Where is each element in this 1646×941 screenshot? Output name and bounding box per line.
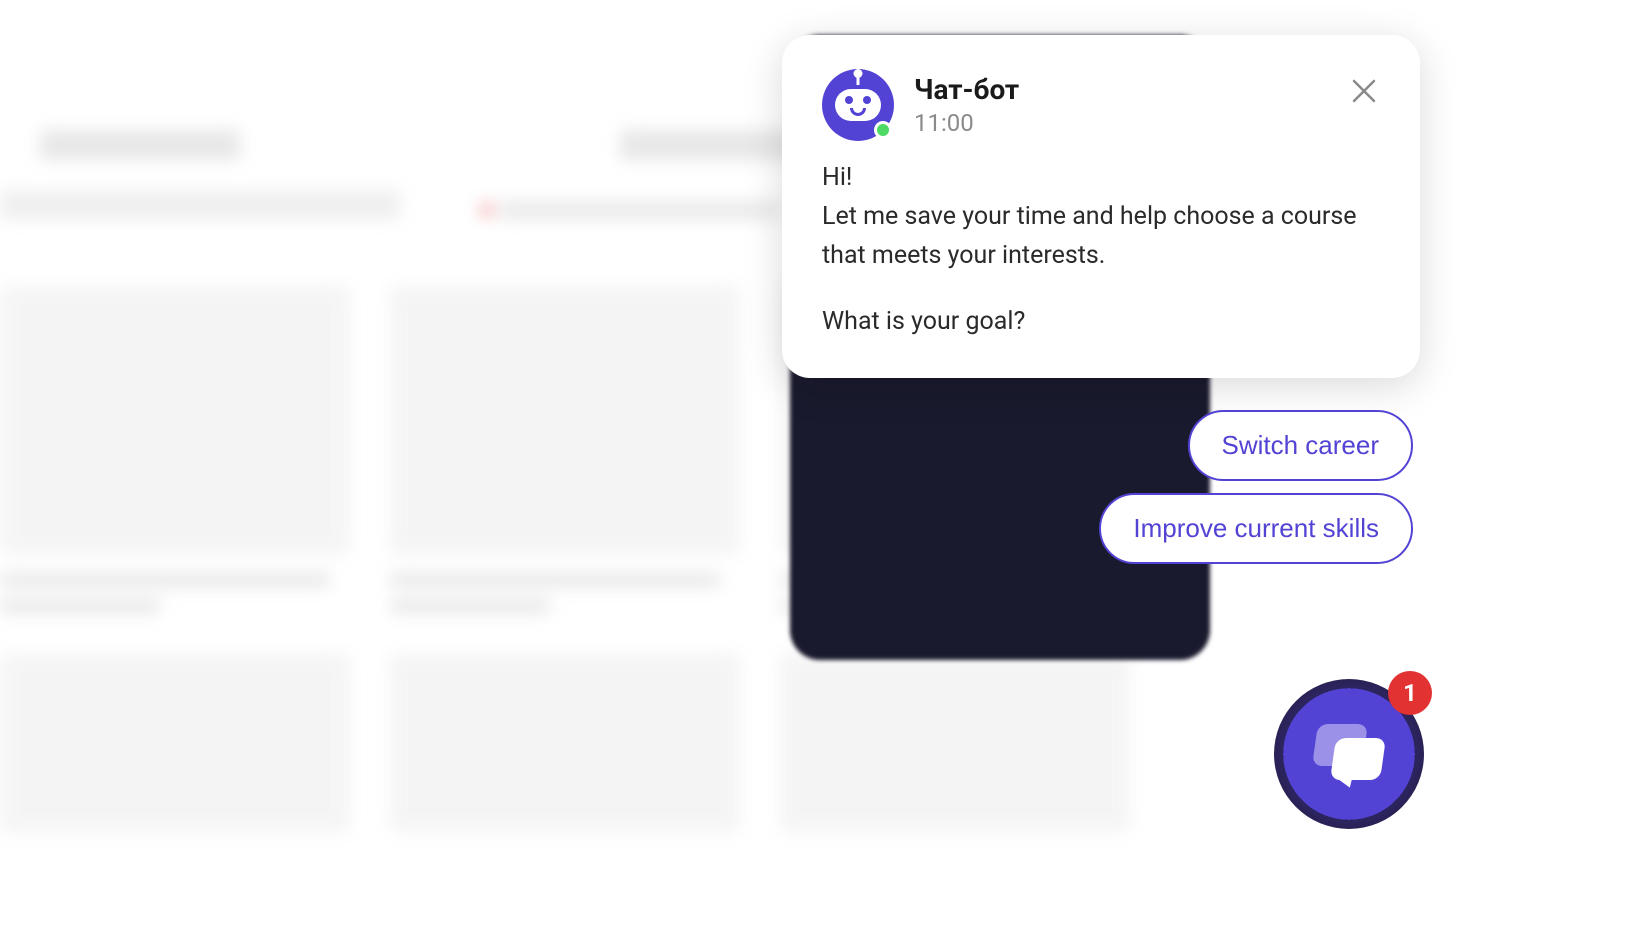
notification-badge: 1 (1388, 671, 1432, 715)
chat-launcher-button[interactable]: 1 (1274, 679, 1424, 829)
chat-message-line: What is your goal? (822, 303, 1380, 342)
bot-avatar (822, 69, 894, 141)
chat-message: Hi! Let me save your time and help choos… (822, 159, 1380, 342)
chat-bot-name: Чат-бот (914, 73, 1348, 107)
chat-timestamp: 11:00 (914, 109, 1348, 137)
close-icon (1351, 78, 1377, 104)
quick-reply-switch-career[interactable]: Switch career (1188, 410, 1414, 481)
close-button[interactable] (1348, 75, 1380, 107)
chat-header: Чат-бот 11:00 (822, 69, 1380, 141)
quick-replies: Switch career Improve current skills (1099, 410, 1413, 564)
chat-message-line: Hi! (822, 159, 1380, 198)
chat-message-line: Let me save your time and help choose a … (822, 198, 1380, 276)
online-indicator-icon (874, 121, 892, 139)
chat-popup: Чат-бот 11:00 Hi! Let me save your time … (782, 35, 1420, 378)
quick-reply-improve-skills[interactable]: Improve current skills (1099, 493, 1413, 564)
chat-icon (1315, 724, 1383, 784)
